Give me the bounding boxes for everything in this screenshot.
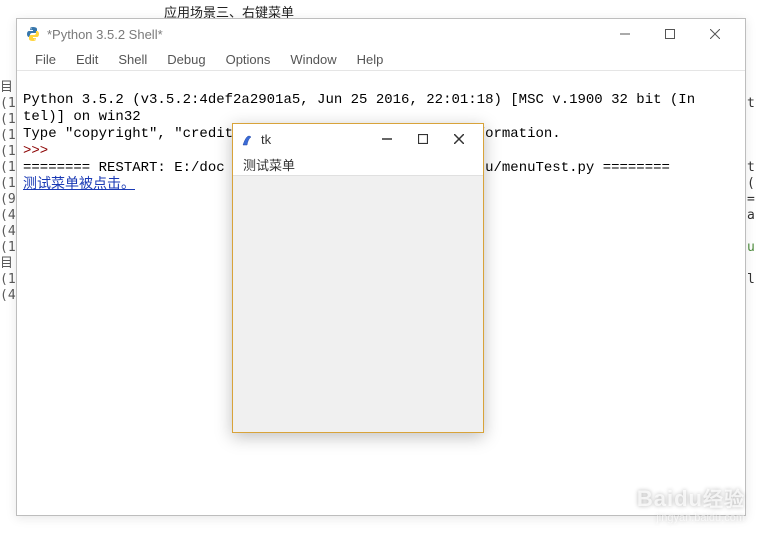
watermark-brand-en: Baidu bbox=[637, 486, 703, 511]
tk-minimize-button[interactable] bbox=[369, 125, 405, 153]
menu-window[interactable]: Window bbox=[280, 52, 346, 67]
tk-window-controls bbox=[369, 125, 477, 153]
watermark-url: jingyan.baidu.com bbox=[637, 512, 745, 524]
maximize-button[interactable] bbox=[647, 19, 692, 49]
tk-titlebar[interactable]: tk bbox=[233, 124, 483, 154]
tk-maximize-button[interactable] bbox=[405, 125, 441, 153]
shell-titlebar[interactable]: *Python 3.5.2 Shell* bbox=[17, 19, 745, 49]
right-edge-fragments: tt(=aul bbox=[747, 0, 759, 534]
console-restart-right: enu/menuTest.py ======== bbox=[468, 160, 670, 176]
menu-file[interactable]: File bbox=[25, 52, 66, 67]
menu-shell[interactable]: Shell bbox=[108, 52, 157, 67]
tk-title: tk bbox=[261, 132, 369, 147]
tk-close-button[interactable] bbox=[441, 125, 477, 153]
console-restart-left: ======== RESTART: E:/doc bbox=[23, 160, 225, 176]
tk-menu-test[interactable]: 测试菜单 bbox=[239, 155, 299, 174]
tk-menubar: 测试菜单 bbox=[233, 154, 483, 176]
console-output: 测试菜单被点击。 bbox=[23, 177, 135, 193]
tk-icon bbox=[239, 131, 255, 147]
console-line1: Python 3.5.2 (v3.5.2:4def2a2901a5, Jun 2… bbox=[23, 92, 695, 108]
menu-debug[interactable]: Debug bbox=[157, 52, 215, 67]
paw-icon bbox=[727, 469, 747, 488]
python-icon bbox=[25, 26, 41, 42]
console-prompt: >>> bbox=[23, 143, 48, 159]
close-button[interactable] bbox=[692, 19, 737, 49]
menu-edit[interactable]: Edit bbox=[66, 52, 108, 67]
watermark: Baidu经验 jingyan.baidu.com bbox=[637, 483, 745, 524]
console-line2: tel)] on win32 bbox=[23, 109, 141, 125]
menu-options[interactable]: Options bbox=[216, 52, 281, 67]
minimize-button[interactable] bbox=[602, 19, 647, 49]
menu-help[interactable]: Help bbox=[347, 52, 394, 67]
shell-title: *Python 3.5.2 Shell* bbox=[47, 27, 602, 42]
shell-window-controls bbox=[602, 19, 737, 49]
shell-menubar: File Edit Shell Debug Options Window Hel… bbox=[17, 49, 745, 71]
tk-window: tk 测试菜单 bbox=[232, 123, 484, 433]
watermark-brand-cn: 经验 bbox=[703, 489, 745, 511]
left-edge-fragments: 目(1(1(1(1(1(1(9(4(4(1目(1(4 bbox=[0, 0, 16, 534]
tk-body[interactable] bbox=[233, 176, 483, 432]
